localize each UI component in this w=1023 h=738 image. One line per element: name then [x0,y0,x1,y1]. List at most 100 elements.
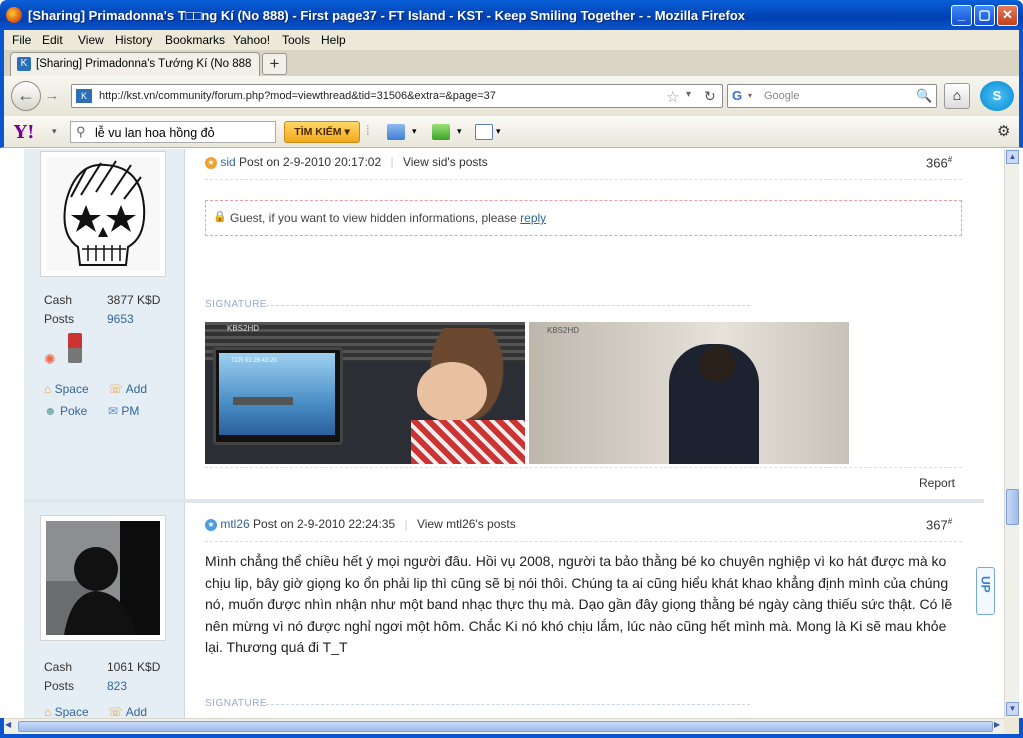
post-author[interactable]: sid [220,155,235,169]
post-content: Mình chẳng thể chiều hết ý mọi người đâu… [205,553,953,655]
search-bar[interactable]: G ▾ Google 🔍 [727,84,937,108]
home-button[interactable]: ⌂ [944,83,970,109]
tab-bar: K [Sharing] Primadonna's Tướng Kí (No 88… [0,50,1023,76]
skull-avatar-image [46,157,160,271]
close-button[interactable]: ✕ [997,5,1018,26]
posts-value[interactable]: 823 [107,679,127,693]
menu-help[interactable]: Help [321,33,346,47]
yahoo-search-button[interactable]: TÌM KIẾM ▾ [284,121,360,143]
user-level-icon: ★ [205,518,217,531]
reply-link[interactable]: reply [520,211,546,225]
minimize-button[interactable]: _ [951,5,972,26]
scrollbar-thumb[interactable] [1006,489,1019,525]
space-link[interactable]: ⌂ Space [44,705,89,718]
scroll-up-button[interactable]: UP [976,567,995,615]
search-icon[interactable]: 🔍 [916,88,932,104]
user-level-icon: ★ [205,156,217,169]
add-friend-link[interactable]: ☏ Add [108,705,147,718]
yahoo-menu-icon[interactable]: ▾ [52,126,57,137]
avatar[interactable] [40,151,166,277]
post-header: ★ mtl26 Post on 2-9-2010 22:24:35 | View… [205,517,516,531]
addon-icon[interactable] [432,124,450,140]
cash-label: Cash [44,293,73,307]
post-meta: Post on 2-9-2010 20:17:02 [239,155,382,169]
view-posts-link[interactable]: View mtl26's posts [417,517,516,531]
signature-label: SIGNATURE [205,698,268,709]
scroll-right-arrow-icon[interactable]: ▶ [994,720,1000,729]
post-number[interactable]: 366# [926,155,952,170]
scroll-left-arrow-icon[interactable]: ◀ [5,720,11,729]
signature-divider [266,704,750,705]
menu-file[interactable]: File [12,33,31,47]
signature-label: SIGNATURE [205,299,268,310]
scroll-down-arrow-icon[interactable]: ▼ [1006,702,1019,716]
toolbar-grip-icon: ⁞ [366,123,370,138]
yahoo-logo[interactable]: Y! [14,122,35,143]
addon-dropdown-icon[interactable]: ▾ [457,126,462,137]
menu-history[interactable]: History [115,33,152,47]
poke-link[interactable]: ☻ Poke [44,404,87,418]
menu-edit[interactable]: Edit [42,33,63,47]
hidden-notice-text: Guest, if you want to view hidden inform… [230,211,547,225]
cash-label: Cash [44,660,73,674]
scroll-up-arrow-icon[interactable]: ▲ [1006,150,1019,164]
view-posts-link[interactable]: View sid's posts [403,155,488,169]
add-friend-link[interactable]: ☏ Add [108,382,147,396]
mail-dropdown-icon[interactable]: ▾ [412,126,417,137]
yahoo-toolbar: Y! ▾ ⚲ lễ vu lan hoa hồng đỏ TÌM KIẾM ▾ … [0,116,1023,148]
pm-link[interactable]: ✉ PM [108,404,139,418]
divider [205,541,962,542]
menu-bar: File Edit View History Bookmarks Yahoo! … [0,30,1023,50]
vertical-scrollbar[interactable]: ▲ ▼ [1004,149,1019,718]
posts-label: Posts [44,679,75,693]
ribbon-badge-icon [68,333,82,363]
page-dropdown-icon[interactable]: ▾ [496,126,501,137]
posts-value[interactable]: 9653 [107,312,134,326]
reload-icon[interactable]: ↻ [704,88,716,105]
horizontal-scrollbar-thumb[interactable] [18,721,993,732]
signature-image-hug: KBS2HD [529,322,849,464]
window-titlebar[interactable]: [Sharing] Primadonna's T□□ng Kí (No 888)… [0,0,1023,30]
divider [205,467,962,468]
menu-yahoo[interactable]: Yahoo! [233,33,270,47]
divider [205,179,962,180]
add-friend-icon: ☏ [108,382,124,396]
url-dropdown-icon[interactable]: ▾ [686,89,691,100]
tab-current[interactable]: K [Sharing] Primadonna's Tướng Kí (No 88… [10,52,260,76]
bookmark-star-icon[interactable]: ☆ [666,88,679,106]
mail-icon[interactable] [387,124,405,140]
post-meta: Post on 2-9-2010 22:24:35 [253,517,396,531]
home-icon: ⌂ [44,705,52,718]
post-number[interactable]: 367# [926,517,952,532]
tv-timecode: TCR 01:26:43:20 [231,358,277,364]
yahoo-search-value: lễ vu lan hoa hồng đỏ [95,126,215,140]
horizontal-scrollbar[interactable]: ◀ ▶ [4,718,1004,734]
back-button[interactable]: ← [11,81,41,111]
engine-dropdown-icon[interactable]: ▾ [748,91,752,100]
site-favicon-icon: K [17,57,31,71]
tab-title: [Sharing] Primadonna's Tướng Kí (No 888)… [36,58,251,70]
space-link[interactable]: ⌂ Space [44,382,89,396]
new-tab-button[interactable]: + [262,53,287,75]
page-icon[interactable] [475,124,493,140]
forum-page: Cash 3877 K$D Posts 9653 ✺ ⌂ Space ☏ Add… [4,149,1004,718]
poke-icon: ☻ [44,404,57,418]
forward-button[interactable]: → [41,86,63,106]
menu-tools[interactable]: Tools [282,33,310,47]
gear-icon[interactable]: ⚙ [997,122,1010,140]
menu-bookmarks[interactable]: Bookmarks [165,33,225,47]
url-text: http://kst.vn/community/forum.php?mod=vi… [99,90,496,102]
hidden-content-notice: 🔒 Guest, if you want to view hidden info… [205,200,962,236]
yahoo-search-input[interactable]: ⚲ lễ vu lan hoa hồng đỏ [70,121,276,143]
maximize-button[interactable]: ▢ [974,5,995,26]
post-author[interactable]: mtl26 [220,517,249,531]
kbs-logo: KBS2HD [227,324,260,333]
menu-view[interactable]: View [78,33,104,47]
window-title: [Sharing] Primadonna's T□□ng Kí (No 888)… [28,8,746,23]
url-bar[interactable]: K http://kst.vn/community/forum.php?mod=… [71,84,723,108]
google-icon: G [732,88,743,103]
report-link[interactable]: Report [919,476,955,490]
skype-icon[interactable]: S [980,81,1014,111]
avatar[interactable] [40,515,166,641]
search-icon: ⚲ [76,124,86,139]
